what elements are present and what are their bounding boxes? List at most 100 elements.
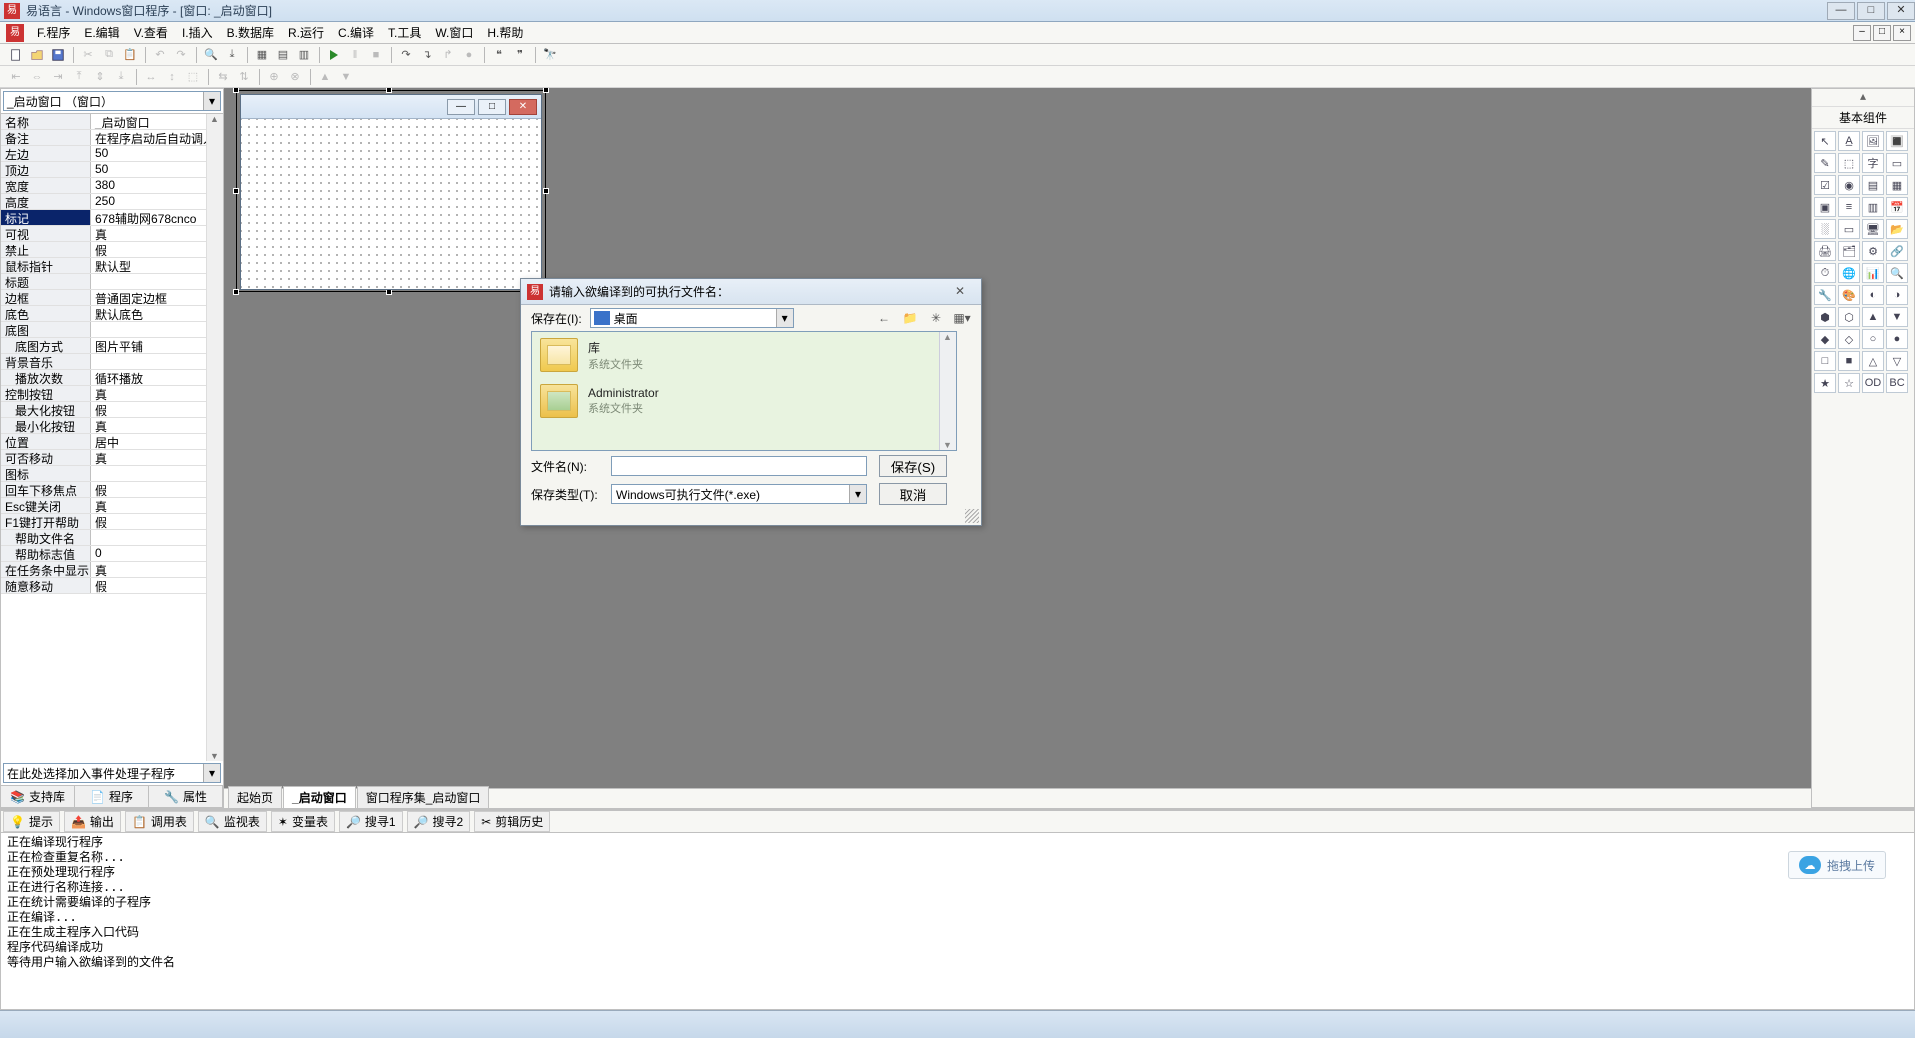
prop-row[interactable]: 底图 [1,322,223,338]
view-menu-icon[interactable]: ▦▾ [953,309,971,327]
component-12[interactable]: ▣ [1814,197,1836,217]
component-0[interactable]: ↖ [1814,131,1836,151]
prop-row[interactable]: 图标 [1,466,223,482]
tb-undo[interactable]: ↶ [150,46,170,64]
preview-close[interactable]: ✕ [509,99,537,115]
save-in-combo[interactable]: 桌面 ▾ [590,308,794,328]
prop-row[interactable]: 背景音乐 [1,354,223,370]
component-16[interactable]: ░ [1814,219,1836,239]
output-tab-2[interactable]: 📋调用表 [125,811,194,832]
tab-main-window[interactable]: _启动窗口 [283,786,356,808]
list-item[interactable]: 库 系统文件夹 [532,332,956,378]
output-tab-1[interactable]: 📤输出 [64,811,121,832]
component-3[interactable]: 🔳 [1886,131,1908,151]
menu-program[interactable]: F.程序 [30,24,77,41]
menu-edit[interactable]: E.编辑 [77,24,126,41]
component-42[interactable]: △ [1862,351,1884,371]
component-39[interactable]: ● [1886,329,1908,349]
prop-value[interactable]: 在程序启动后自动调入 [91,130,223,145]
output-body[interactable]: 正在编译现行程序正在检查重复名称...正在预处理现行程序正在进行名称连接...正… [1,833,1914,1009]
filetype-combo[interactable]: Windows可执行文件(*.exe) ▾ [611,484,867,504]
component-11[interactable]: ▦ [1886,175,1908,195]
prop-value[interactable]: 678辅助网678cnco… [91,210,223,225]
prop-row[interactable]: 在任务条中显示真 [1,562,223,578]
tb-findnext[interactable]: ⤓ [222,46,242,64]
maximize-button[interactable]: □ [1857,2,1885,20]
list-item[interactable]: Administrator 系统文件夹 [532,378,956,424]
component-5[interactable]: ⬚ [1838,153,1860,173]
prop-value[interactable]: 50 [91,162,223,177]
tb-stop[interactable]: ■ [366,46,386,64]
prop-row[interactable]: 底色默认底色 [1,306,223,322]
handle-ne[interactable] [543,88,549,93]
handle-e[interactable] [543,188,549,194]
prop-value[interactable]: 真 [91,450,223,465]
component-22[interactable]: ⚙ [1862,241,1884,261]
component-15[interactable]: 📅 [1886,197,1908,217]
scrollbar[interactable] [206,114,223,761]
tb-save[interactable] [48,46,68,64]
prop-row[interactable]: 鼠标指针默认型 [1,258,223,274]
prop-value[interactable]: 0 [91,546,223,561]
menu-run[interactable]: R.运行 [281,24,331,41]
component-29[interactable]: 🎨 [1838,285,1860,305]
menu-tools[interactable]: T.工具 [381,24,428,41]
prop-row[interactable]: 最大化按钮假 [1,402,223,418]
al-centerv[interactable]: ⊗ [285,68,305,86]
event-selector[interactable]: 在此处选择加入事件处理子程序 ▾ [3,763,221,783]
component-8[interactable]: ☑ [1814,175,1836,195]
prop-row[interactable]: 帮助标志值0 [1,546,223,562]
prop-value[interactable] [91,530,223,545]
handle-nw[interactable] [233,88,239,93]
output-tab-3[interactable]: 🔍监视表 [198,811,267,832]
component-33[interactable]: ⬡ [1838,307,1860,327]
scrollbar[interactable] [939,332,956,450]
prop-value[interactable]: 假 [91,482,223,497]
component-19[interactable]: 📂 [1886,219,1908,239]
prop-value[interactable]: 循环播放 [91,370,223,385]
mdi-close[interactable]: × [1893,25,1911,41]
prop-row[interactable]: 名称_启动窗口 [1,114,223,130]
prop-row[interactable]: 顶边50 [1,162,223,178]
output-tab-0[interactable]: 💡提示 [3,811,60,832]
component-45[interactable]: ☆ [1838,373,1860,393]
al-samesize[interactable]: ⬚ [183,68,203,86]
prop-row[interactable]: 标题 [1,274,223,290]
close-button[interactable]: ✕ [1887,2,1915,20]
preview-min[interactable]: — [447,99,475,115]
component-31[interactable]: ◑ [1886,285,1908,305]
prop-row[interactable]: 最小化按钮真 [1,418,223,434]
tb-pause[interactable]: ‖ [345,46,365,64]
prop-row[interactable]: 底图方式图片平铺 [1,338,223,354]
component-44[interactable]: ★ [1814,373,1836,393]
prop-row[interactable]: 控制按钮真 [1,386,223,402]
component-27[interactable]: 🔍 [1886,263,1908,283]
output-tab-4[interactable]: ✶变量表 [271,811,335,832]
al-hcenter[interactable]: ⇔ [27,68,47,86]
new-folder-icon[interactable]: ✳ [927,309,945,327]
prop-value[interactable]: 50 [91,146,223,161]
prop-value[interactable] [91,354,223,369]
output-tab-7[interactable]: ✂剪辑历史 [474,811,550,832]
al-vspace[interactable]: ⇅ [234,68,254,86]
tb-redo[interactable]: ↷ [171,46,191,64]
component-34[interactable]: ▲ [1862,307,1884,327]
tb-stepout[interactable]: ↱ [438,46,458,64]
tab-program[interactable]: 📄 程序 [75,786,149,807]
handle-sw[interactable] [233,289,239,295]
prop-row[interactable]: 位置居中 [1,434,223,450]
tab-support-lib[interactable]: 📚 支持库 [1,786,75,807]
minimize-button[interactable]: — [1827,2,1855,20]
prop-row[interactable]: 备注在程序启动后自动调入 [1,130,223,146]
menu-database[interactable]: B.数据库 [220,24,281,41]
prop-value[interactable]: 真 [91,418,223,433]
prop-value[interactable] [91,274,223,289]
component-21[interactable]: 🗂 [1838,241,1860,261]
prop-row[interactable]: 播放次数循环播放 [1,370,223,386]
object-selector[interactable]: _启动窗口 （窗口） ▾ [3,91,221,111]
tb-grid1[interactable]: ▦ [252,46,272,64]
component-6[interactable]: 字 [1862,153,1884,173]
prop-value[interactable] [91,322,223,337]
al-vcenter[interactable]: ⇕ [90,68,110,86]
prop-row[interactable]: 高度250 [1,194,223,210]
